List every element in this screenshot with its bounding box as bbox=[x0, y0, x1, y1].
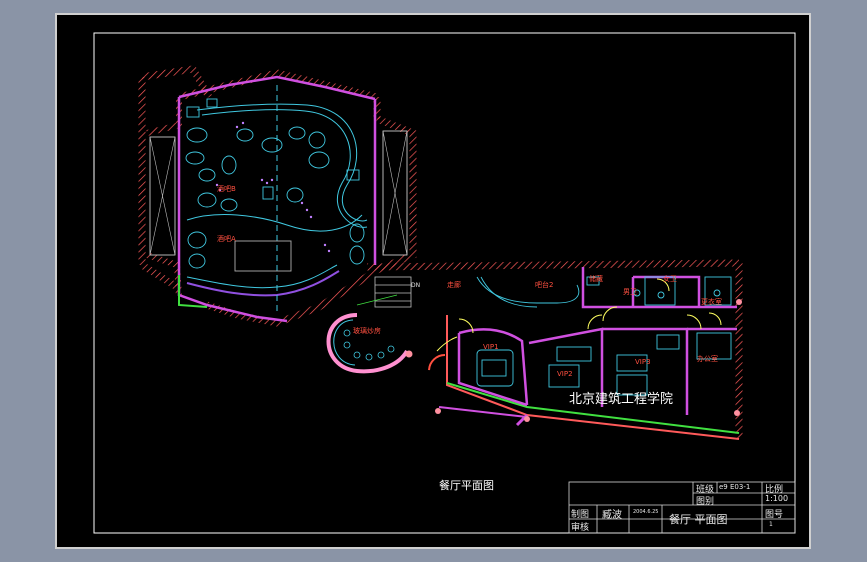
label-storage: 储藏 bbox=[589, 274, 603, 283]
tb-title: 餐厅 平面图 bbox=[669, 513, 728, 526]
right-wing-walls bbox=[366, 259, 743, 440]
label-bar-b: 酒吧B bbox=[217, 185, 236, 193]
cad-drawing-viewport[interactable]: 酒吧B 酒吧A 玻璃炒房 DN 走廊 吧台2 储藏 男卫 女卫 更衣室 VIP1… bbox=[55, 13, 811, 549]
tb-date-value: 2004.6.25 bbox=[633, 509, 659, 515]
tb-drawing-label: 图别 bbox=[696, 497, 715, 507]
label-dn: DN bbox=[411, 282, 420, 289]
label-vip3: VIP3 bbox=[635, 358, 651, 366]
label-bar-a: 酒吧A bbox=[217, 235, 236, 243]
door-swings bbox=[428, 278, 722, 371]
drawing-caption: 餐厅平面图 bbox=[439, 478, 494, 492]
label-male-wc: 男卫 bbox=[623, 288, 637, 296]
watermark-text: 北京建筑工程学院 bbox=[569, 391, 673, 407]
tb-checked-label: 审核 bbox=[571, 523, 590, 533]
tb-sheet-value: 1 bbox=[769, 521, 773, 528]
tb-class-value: e9 E03-1 bbox=[719, 483, 751, 491]
label-corridor: 走廊 bbox=[447, 280, 461, 289]
label-female-wc: 女卫 bbox=[663, 274, 677, 283]
label-vip2: VIP2 bbox=[557, 370, 573, 378]
label-changing: 更衣室 bbox=[701, 297, 722, 306]
tb-drawn-by-label: 制图 bbox=[571, 510, 590, 520]
label-glass-room: 玻璃炒房 bbox=[353, 326, 381, 335]
label-office: 办公室 bbox=[697, 354, 718, 363]
tb-scale-value: 1:100 bbox=[765, 494, 789, 503]
label-bar2: 吧台2 bbox=[535, 280, 553, 289]
floor-plan-drawing: 酒吧B 酒吧A 玻璃炒房 DN 走廊 吧台2 储藏 男卫 女卫 更衣室 VIP1… bbox=[93, 32, 796, 534]
glass-room: 玻璃炒房 bbox=[326, 313, 409, 374]
tb-drawn-by-value: 臧波 bbox=[602, 510, 622, 521]
tb-sheet-label: 图号 bbox=[765, 510, 784, 520]
label-vip1: VIP1 bbox=[483, 343, 499, 351]
bar-counters bbox=[186, 85, 368, 315]
